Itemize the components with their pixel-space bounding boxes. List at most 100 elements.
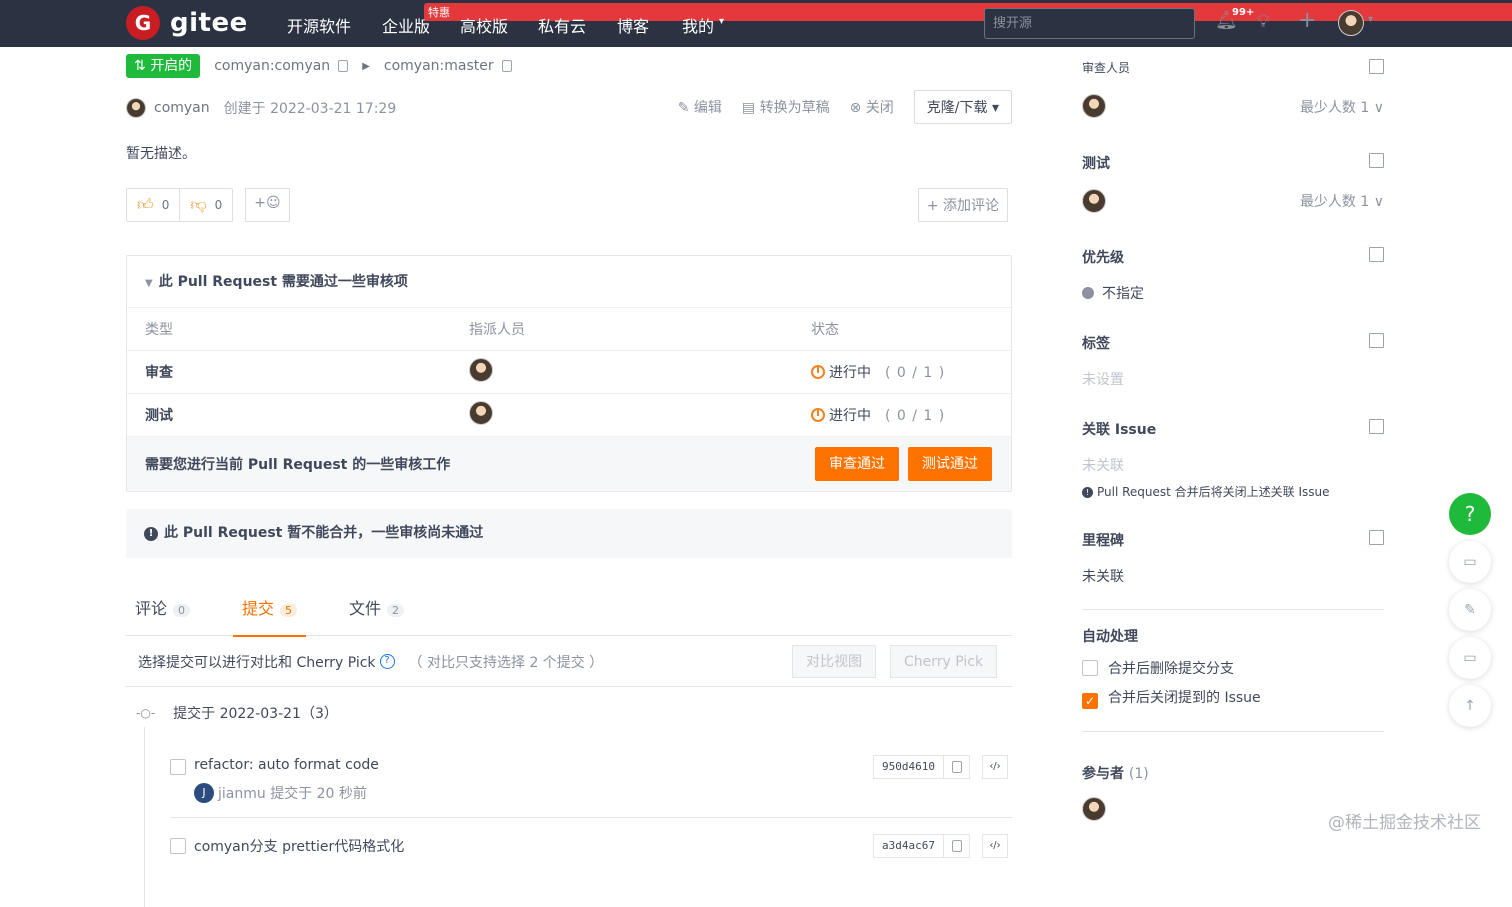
review-row: 审查 进行中 ( 0 / 1 ) <box>127 351 1011 394</box>
edit-icon[interactable] <box>1369 153 1384 168</box>
chevron-down-icon: ∨ <box>1373 100 1384 116</box>
back-to-top-button[interactable]: ↑ <box>1449 685 1491 727</box>
reviewers-min[interactable]: 最少人数 1 ∨ <box>1300 97 1384 117</box>
clone-download-button[interactable]: 克隆/下载 ▾ <box>913 90 1012 124</box>
cherry-pick-button[interactable]: Cherry Pick <box>890 645 998 678</box>
source-branch[interactable]: comyan:comyan <box>214 58 349 74</box>
nav-university[interactable]: 高校版 <box>460 13 508 37</box>
tab-commits[interactable]: 提交 5 <box>233 595 307 637</box>
chat-icon: ▭ <box>1463 650 1477 666</box>
convert-draft-button[interactable]: ▤ 转换为草稿 <box>742 97 830 117</box>
auto-close-option[interactable]: ✓ 合并后关闭提到的 Issue <box>1082 687 1261 709</box>
labels-section: 标签 未设置 <box>1082 333 1384 389</box>
clone-download-label: 克隆/下载 <box>926 100 988 116</box>
reaction-group: 👍︎ 0 👎︎ 0 <box>126 188 234 222</box>
nav-blog[interactable]: 博客 <box>617 13 649 37</box>
copy-sha-button[interactable] <box>943 756 969 778</box>
gitee-logo[interactable]: G gitee <box>126 6 248 40</box>
branch-merge-icon: ⇅ <box>134 58 151 74</box>
browse-code-button[interactable]: ‹/› <box>982 834 1008 858</box>
tab-count: 0 <box>173 604 191 617</box>
in-progress-icon <box>811 408 825 422</box>
commit-checkbox[interactable] <box>170 759 186 775</box>
edit-icon[interactable] <box>1369 247 1384 262</box>
author-avatar[interactable] <box>126 98 146 118</box>
user-avatar[interactable] <box>1338 10 1364 36</box>
compare-text: 选择提交可以进行对比和 Cherry Pick <box>138 654 376 671</box>
target-branch-label: comyan:master <box>383 58 494 74</box>
author-avatar[interactable]: J <box>194 783 214 803</box>
chevron-down-icon: ▾ <box>991 100 999 116</box>
nav-private-cloud[interactable]: 私有云 <box>538 13 586 37</box>
feedback-float-button[interactable]: ▭ <box>1449 541 1491 583</box>
col-assignee: 指派人员 <box>469 322 525 338</box>
priority-section: 优先级 不指定 <box>1082 247 1384 303</box>
copy-sha-button[interactable] <box>943 835 969 857</box>
target-branch[interactable]: comyan:master <box>384 58 512 74</box>
thumbs-up-icon: 👍︎ <box>137 195 154 214</box>
lightbulb-icon[interactable]: 💡︎ <box>1257 11 1270 32</box>
search-input[interactable] <box>984 8 1195 39</box>
commit-checkbox[interactable] <box>170 838 186 854</box>
commit-sha[interactable]: 950d4610 <box>874 756 943 778</box>
thumbs-up-button[interactable]: 👍︎ 0 <box>127 189 179 221</box>
edit-label: 编辑 <box>693 100 722 116</box>
nav-mine[interactable]: 我的 <box>682 13 714 37</box>
source-branch-label: comyan:comyan <box>214 58 331 74</box>
copy-icon[interactable] <box>338 60 349 72</box>
edit-float-button[interactable]: ✎ <box>1449 589 1491 631</box>
tab-label: 文件 <box>349 599 382 618</box>
approve-review-button[interactable]: 审查通过 <box>815 447 899 481</box>
thumbs-down-button[interactable]: 👎︎ 0 <box>179 189 232 221</box>
help-icon[interactable]: ? <box>379 654 395 669</box>
edit-icon[interactable] <box>1369 59 1384 74</box>
auto-delete-checkbox[interactable] <box>1082 660 1098 676</box>
user-menu-chevron-icon[interactable]: ▾ <box>1368 14 1373 25</box>
edit-icon[interactable] <box>1369 419 1384 434</box>
thumbs-down-icon: 👎︎ <box>190 195 207 214</box>
add-reaction-button[interactable]: +☺ <box>245 188 290 222</box>
approve-test-button[interactable]: 测试通过 <box>908 447 992 481</box>
nav-enterprise[interactable]: 企业版 <box>382 13 430 37</box>
compare-view-button[interactable]: 对比视图 <box>792 645 876 678</box>
commit-sha[interactable]: a3d4ac67 <box>874 835 943 857</box>
tester-avatar[interactable] <box>1082 189 1106 213</box>
compare-bar: 选择提交可以进行对比和 Cherry Pick ? （ 对比只支持选择 2 个提… <box>126 637 1012 687</box>
review-type: 测试 <box>145 408 173 424</box>
col-status: 状态 <box>811 322 839 338</box>
help-float-button[interactable]: ? <box>1449 493 1491 535</box>
close-pr-button[interactable]: ⊗ 关闭 <box>850 97 894 117</box>
tab-comments[interactable]: 评论 0 <box>126 595 199 636</box>
auto-close-checkbox[interactable]: ✓ <box>1082 693 1098 709</box>
participant-avatar[interactable] <box>1082 797 1106 821</box>
progress-count: ( 0 / 1 ) <box>885 365 946 381</box>
nav-open-source[interactable]: 开源软件 <box>287 13 351 37</box>
assignee-avatar[interactable] <box>469 358 493 382</box>
edit-button[interactable]: ✎ 编辑 <box>678 97 722 117</box>
priority-value-text: 不指定 <box>1102 286 1144 302</box>
reviewer-avatar[interactable] <box>1082 94 1106 118</box>
add-comment-button[interactable]: + 添加评论 <box>917 188 1008 222</box>
chat-float-button[interactable]: ▭ <box>1449 637 1491 679</box>
auto-delete-option[interactable]: 合并后删除提交分支 <box>1082 658 1234 678</box>
plus-icon[interactable]: + <box>1298 8 1316 33</box>
testers-min[interactable]: 最少人数 1 ∨ <box>1300 191 1384 211</box>
edit-icon[interactable] <box>1369 333 1384 348</box>
review-footer: 需要您进行当前 Pull Request 的一些审核工作 审查通过 测试通过 <box>127 437 1011 491</box>
dislikes-count: 0 <box>214 198 223 212</box>
copy-icon[interactable] <box>501 60 512 72</box>
feedback-icon: ▭ <box>1463 554 1477 570</box>
tab-label: 提交 <box>242 599 275 618</box>
tab-files[interactable]: 文件 2 <box>340 595 413 636</box>
browse-code-button[interactable]: ‹/› <box>982 755 1008 779</box>
commit-author: Jjianmu 提交于 20 秒前 <box>194 783 367 803</box>
assignee-avatar[interactable] <box>469 401 493 425</box>
arrow-right-icon: ▶ <box>362 60 370 72</box>
gitee-logo-icon: G <box>126 6 160 40</box>
commit-message[interactable]: refactor: auto format code <box>194 757 379 773</box>
review-panel-header[interactable]: ▼ 此 Pull Request 需要通过一些审核项 <box>127 256 1011 308</box>
commit-message[interactable]: comyan分支 prettier代码格式化 <box>194 836 404 856</box>
author-name[interactable]: comyan <box>154 100 210 116</box>
edit-icon[interactable] <box>1369 530 1384 545</box>
compare-hint: （ 对比只支持选择 2 个提交 ） <box>408 654 604 671</box>
